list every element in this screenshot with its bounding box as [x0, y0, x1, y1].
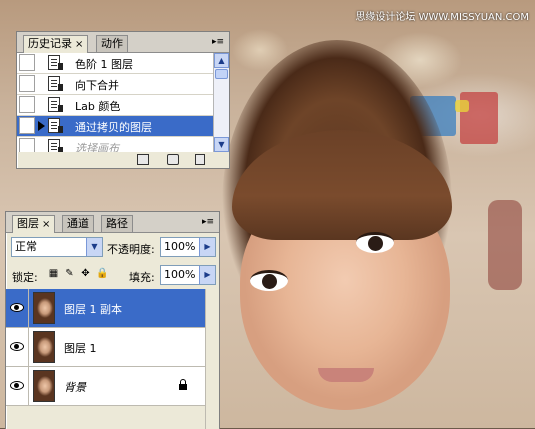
tab-actions-label: 动作 [101, 37, 123, 50]
history-source-checkbox[interactable] [19, 138, 35, 152]
trash-icon[interactable] [195, 154, 205, 165]
layer-thumbnail [33, 292, 55, 324]
layer-name: 图层 1 [64, 342, 97, 355]
history-state-icon [48, 118, 63, 133]
layers-tab-bar: 图层 × 通道 路径 ▸≡ [6, 212, 219, 233]
layer-name: 图层 1 副本 [64, 303, 122, 316]
layer-visibility-toggle[interactable] [6, 328, 29, 366]
tab-close-icon[interactable]: × [42, 219, 50, 230]
history-panel: × 历史记录× 动作 ▸≡ 色阶 1 图层 向下合并 Lab 颜色 [16, 31, 230, 169]
history-state-icon [48, 139, 63, 152]
subject-mouth [318, 368, 374, 382]
history-state-icon [48, 76, 63, 91]
background-person [488, 200, 522, 290]
history-source-checkbox[interactable] [19, 117, 35, 134]
layer-visibility-toggle[interactable] [6, 289, 29, 327]
history-source-checkbox[interactable] [19, 96, 35, 113]
history-list: 色阶 1 图层 向下合并 Lab 颜色 通过拷贝的图层 选择画布 [17, 53, 213, 152]
history-item[interactable]: Lab 颜色 [17, 95, 213, 116]
opacity-input[interactable]: 100% ▶ [160, 237, 216, 257]
blend-mode-select[interactable]: 正常 ▼ [11, 237, 103, 257]
scroll-up-button[interactable]: ▲ [214, 53, 229, 68]
layer-row[interactable]: 图层 1 [6, 328, 206, 367]
history-state-icon [48, 55, 63, 70]
tab-history-label: 历史记录 [28, 37, 72, 50]
layers-scrollbar[interactable] [205, 289, 219, 429]
fill-slider-arrow-icon[interactable]: ▶ [199, 266, 215, 284]
chevron-down-icon[interactable]: ▼ [86, 238, 102, 256]
history-source-checkbox[interactable] [19, 54, 35, 71]
watermark: 思缘设计论坛 WWW.MISSYUAN.COM [355, 12, 529, 23]
history-footer [17, 152, 229, 168]
tab-actions[interactable]: 动作 [96, 35, 128, 52]
tab-layers-label: 图层 [17, 217, 39, 230]
fill-input[interactable]: 100% ▶ [160, 265, 216, 285]
tab-history[interactable]: 历史记录 × [23, 35, 89, 53]
scroll-thumb[interactable] [215, 69, 228, 79]
history-item-label: Lab 颜色 [75, 100, 121, 113]
history-item-label: 选择画布 [75, 142, 119, 152]
tab-channels-label: 通道 [67, 217, 89, 230]
eye-icon [10, 381, 24, 390]
tab-paths-label: 路径 [106, 217, 128, 230]
eye-icon [10, 342, 24, 351]
history-scrollbar[interactable]: ▲ ▼ [213, 53, 229, 152]
new-document-icon[interactable] [137, 154, 149, 165]
lock-position-icon[interactable]: ✥ [80, 268, 91, 279]
history-item-selected[interactable]: 通过拷贝的图层 [17, 116, 213, 137]
opacity-slider-arrow-icon[interactable]: ▶ [199, 238, 215, 256]
subject-left-eye [250, 270, 288, 291]
panel-menu-icon[interactable]: ▸≡ [201, 216, 215, 228]
fill-label: 填充: [129, 271, 155, 284]
layer-visibility-toggle[interactable] [6, 367, 29, 405]
layer-row[interactable]: 背景 [6, 367, 206, 406]
eye-icon [10, 303, 24, 312]
layer-lock-icon [178, 379, 188, 390]
fill-value: 100% [164, 268, 196, 281]
lock-transparent-pixels-icon[interactable]: ▦ [48, 268, 59, 279]
layers-panel: × 图层× 通道 路径 ▸≡ 正常 ▼ 不透明度: 100% ▶ 锁定: ▦ ✎… [5, 211, 220, 429]
panel-menu-icon[interactable]: ▸≡ [211, 36, 225, 48]
tab-channels[interactable]: 通道 [62, 215, 94, 232]
scroll-down-button[interactable]: ▼ [214, 137, 229, 152]
lock-all-icon[interactable]: 🔒 [96, 268, 108, 279]
history-source-checkbox[interactable] [19, 75, 35, 92]
history-state-icon [48, 97, 63, 112]
layer-name: 背景 [64, 381, 86, 394]
tab-close-icon[interactable]: × [75, 39, 83, 50]
history-item-label: 色阶 1 图层 [75, 58, 133, 71]
layer-thumbnail [33, 331, 55, 363]
subject-right-eye [356, 232, 394, 253]
background-sign-yellow [455, 100, 469, 112]
history-item[interactable]: 向下合并 [17, 74, 213, 95]
snapshot-camera-icon[interactable] [167, 154, 179, 165]
history-item-label: 向下合并 [75, 79, 119, 92]
history-item[interactable]: 色阶 1 图层 [17, 53, 213, 74]
tab-paths[interactable]: 路径 [101, 215, 133, 232]
layer-thumbnail [33, 370, 55, 402]
history-current-state-icon [38, 121, 45, 131]
blend-mode-value: 正常 [15, 240, 37, 253]
history-tab-bar: 历史记录 × 动作 ▸≡ [17, 32, 229, 53]
lock-label: 锁定: [12, 271, 38, 284]
opacity-label: 不透明度: [107, 243, 155, 256]
layer-row-selected[interactable]: 图层 1 副本 [6, 289, 206, 328]
tab-layers[interactable]: 图层 × [12, 215, 56, 233]
history-item[interactable]: 选择画布 [17, 137, 213, 152]
lock-image-pixels-icon[interactable]: ✎ [64, 268, 75, 279]
history-item-label: 通过拷贝的图层 [75, 121, 152, 134]
opacity-value: 100% [164, 240, 196, 253]
